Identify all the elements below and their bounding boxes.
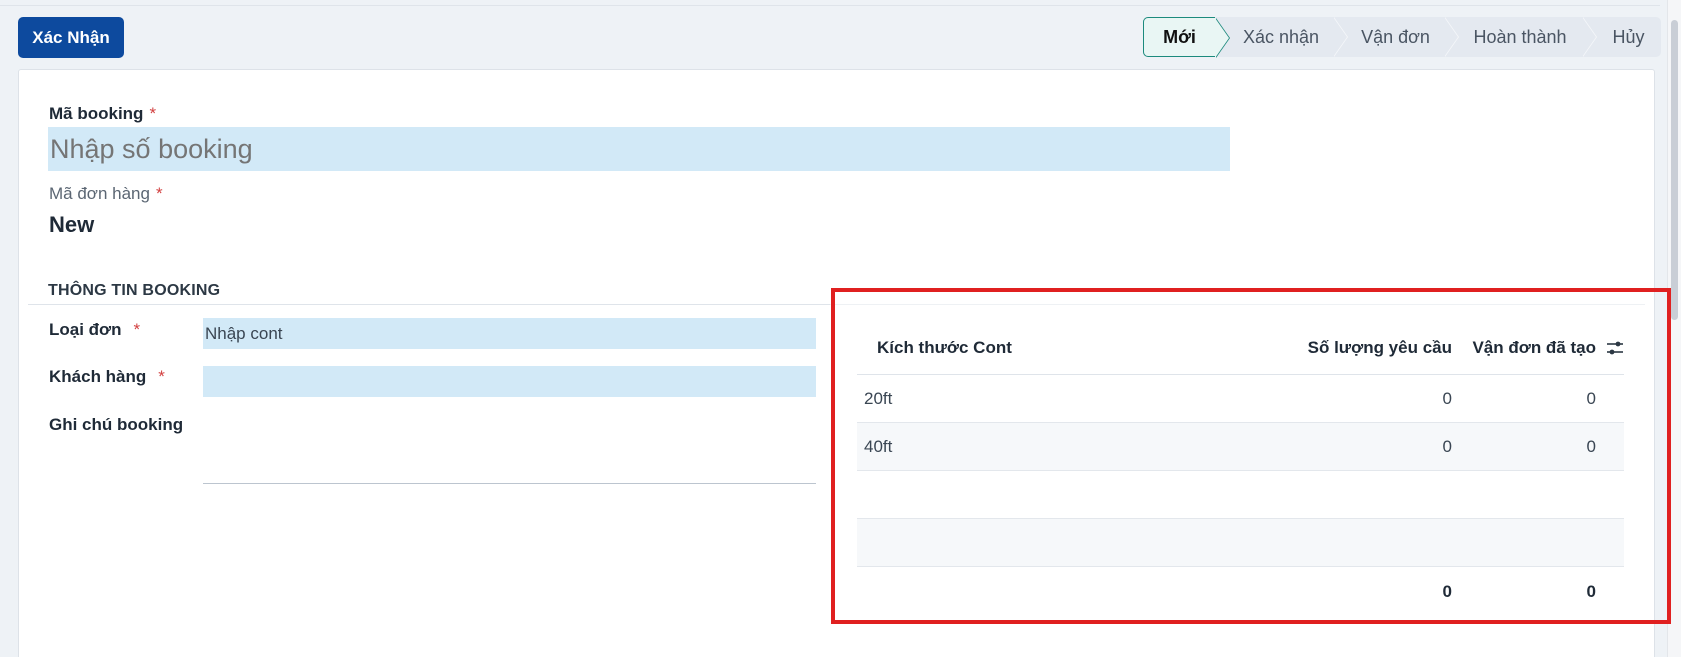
customer-label-text: Khách hàng [49, 367, 147, 386]
order-code-label-text: Mã đơn hàng [49, 184, 150, 203]
note-input[interactable] [203, 483, 816, 484]
order-code-value: New [49, 212, 95, 237]
scrollbar-thumb[interactable] [1671, 20, 1678, 320]
order-code-label: Mã đơn hàng * [49, 184, 163, 204]
section-title: THÔNG TIN BOOKING [48, 282, 221, 299]
status-step-label: Vận đơn [1361, 26, 1430, 47]
header-bills-created[interactable]: Vận đơn đã tạo [1452, 338, 1598, 358]
status-step-confirmed[interactable]: Xác nhận [1215, 17, 1348, 57]
status-step-bill[interactable]: Vận đơn [1333, 17, 1459, 57]
booking-code-label-text: Mã booking [49, 104, 144, 123]
step-arrow [1444, 17, 1458, 57]
status-bar: Mới Xác nhận Vận đơn Hoàn thành Hủy [1143, 17, 1661, 58]
table-footer: 0 0 [857, 567, 1624, 617]
required-mark: * [133, 320, 141, 339]
column-settings-button[interactable] [1598, 340, 1624, 356]
cell-requested-qty: 0 [1442, 388, 1452, 408]
booking-code-input[interactable] [48, 127, 1230, 171]
empty-row [857, 519, 1624, 567]
order-type-label: Loại đơn * [49, 320, 140, 340]
top-divider [0, 5, 1660, 6]
header-requested-qty[interactable]: Số lượng yêu cầu [1227, 338, 1452, 358]
sliders-icon [1607, 341, 1623, 355]
table-header: Kích thước Cont Số lượng yêu cầu Vận đơn… [857, 322, 1624, 375]
step-arrow [1215, 18, 1229, 58]
customer-input[interactable] [203, 366, 816, 397]
cell-container-size: 20ft [864, 388, 893, 408]
booking-code-label: Mã booking * [49, 104, 156, 124]
confirm-button[interactable]: Xác Nhận [18, 17, 124, 58]
total-bills-created: 0 [1586, 582, 1596, 601]
header-container-size[interactable]: Kích thước Cont [857, 338, 1227, 358]
section-divider [28, 304, 830, 305]
required-mark: * [155, 184, 163, 203]
required-mark: * [149, 104, 157, 123]
total-requested-qty: 0 [1442, 582, 1452, 601]
note-label: Ghi chú booking [49, 415, 184, 434]
status-step-label: Mới [1163, 26, 1196, 47]
cell-container-size: 40ft [864, 436, 893, 456]
status-step-label: Hoàn thành [1473, 26, 1567, 47]
order-type-select[interactable]: Nhập cont [203, 318, 816, 349]
status-step-done[interactable]: Hoàn thành [1444, 17, 1597, 57]
cell-requested-qty: 0 [1442, 436, 1452, 456]
step-arrow [1333, 17, 1347, 57]
cell-bills-created: 0 [1586, 388, 1596, 408]
step-arrow [1582, 17, 1596, 57]
customer-label: Khách hàng * [49, 367, 165, 387]
cell-bills-created: 0 [1586, 436, 1596, 456]
order-type-label-text: Loại đơn [49, 320, 122, 339]
status-step-label: Xác nhận [1242, 26, 1320, 47]
table-row[interactable]: 40ft 0 0 [857, 423, 1624, 471]
table-row[interactable]: 20ft 0 0 [857, 375, 1624, 423]
container-table: Kích thước Cont Số lượng yêu cầu Vận đơn… [857, 322, 1624, 617]
required-mark: * [158, 367, 165, 386]
empty-row [857, 471, 1624, 519]
status-step-new[interactable]: Mới [1143, 17, 1230, 58]
status-step-label: Hủy [1612, 26, 1645, 47]
